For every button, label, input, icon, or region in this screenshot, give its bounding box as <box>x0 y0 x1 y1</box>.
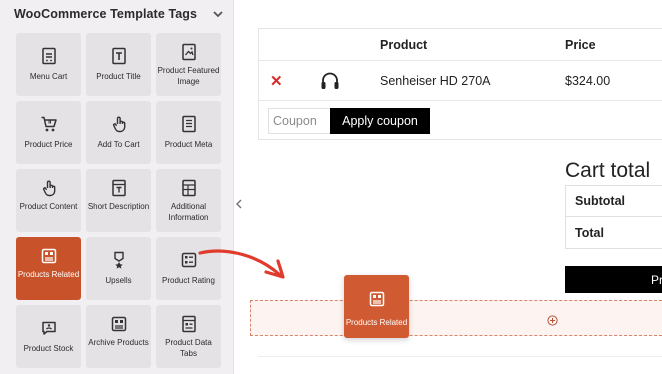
medal-icon <box>110 251 128 269</box>
chevron-down-icon[interactable] <box>212 8 224 20</box>
featured-image-icon <box>180 43 198 61</box>
panel-title: WooCommerce Template Tags <box>14 7 198 21</box>
stock-chat-icon <box>40 319 58 337</box>
panel-collapse-handle[interactable] <box>234 194 244 214</box>
cart-icon <box>40 115 58 133</box>
tile-label: Product Meta <box>164 140 213 149</box>
products-grid-icon <box>40 247 58 265</box>
tile-product-data-tabs[interactable]: Product Data Tabs <box>156 305 221 368</box>
headphones-icon[interactable] <box>318 69 342 93</box>
totals-row-subtotal: Subtotal <box>566 186 662 217</box>
tile-label: Additional Information <box>168 202 209 222</box>
tile-label: Product Data Tabs <box>165 338 212 358</box>
totals-row-label: Subtotal <box>575 194 625 208</box>
rating-list-icon <box>180 251 198 269</box>
products-grid-icon <box>369 291 385 312</box>
document-icon <box>180 115 198 133</box>
menu-cart-icon <box>40 47 58 65</box>
column-price: Price <box>565 38 596 52</box>
tile-label: Archive Products <box>88 338 149 347</box>
tile-add-to-cart[interactable]: Add To Cart <box>86 101 151 164</box>
apply-coupon-button[interactable]: Apply coupon <box>330 108 430 134</box>
drag-arrow-icon <box>198 249 285 279</box>
tile-label: Product Featured Image <box>157 66 220 86</box>
products-grid-icon <box>110 315 128 333</box>
pointer-hand-icon <box>110 115 128 133</box>
add-circle-icon[interactable] <box>547 313 558 326</box>
table-row: ✕ Senheiser HD 270A $324.00 <box>259 61 662 101</box>
panel-header[interactable]: WooCommerce Template Tags <box>14 6 224 22</box>
tile-short-description[interactable]: Short Description <box>86 169 151 232</box>
tile-label: Add To Cart <box>97 140 140 149</box>
tile-archive-products[interactable]: Archive Products <box>86 305 151 368</box>
tile-label: Short Description <box>87 202 150 211</box>
tile-additional-information[interactable]: Additional Information <box>156 169 221 232</box>
product-title-icon <box>110 47 128 65</box>
pointer-hand-icon <box>40 179 58 197</box>
tile-label: Product Stock <box>23 344 74 353</box>
tile-product-stock[interactable]: Product Stock <box>16 305 81 368</box>
dragged-widget-products-related[interactable]: Products Related <box>344 275 409 338</box>
cart-totals-table: Subtotal Total <box>565 185 662 249</box>
product-name-link[interactable]: Senheiser HD 270A <box>380 74 490 88</box>
cart-table: Product Price ✕ Senheiser HD 270A $324.0… <box>258 28 662 140</box>
tile-label: Product Title <box>96 72 141 81</box>
tile-label: Product Content <box>19 202 78 211</box>
tile-product-price[interactable]: Product Price <box>16 101 81 164</box>
section-divider <box>258 356 662 357</box>
tile-product-featured-image[interactable]: Product Featured Image <box>156 33 221 96</box>
tile-label: Upsells <box>105 276 132 285</box>
tile-menu-cart[interactable]: Menu Cart <box>16 33 81 96</box>
coupon-input[interactable] <box>268 108 331 134</box>
short-description-icon <box>110 179 128 197</box>
product-price: $324.00 <box>565 74 611 88</box>
tile-product-content[interactable]: Product Content <box>16 169 81 232</box>
tile-product-title[interactable]: Product Title <box>86 33 151 96</box>
drop-zone[interactable] <box>250 300 662 336</box>
dragged-widget-label: Products Related <box>345 318 408 327</box>
remove-item-icon[interactable]: ✕ <box>270 72 283 90</box>
tile-label: Products Related <box>17 270 80 279</box>
proceed-to-checkout-button[interactable]: Pr <box>565 266 662 293</box>
tile-label: Menu Cart <box>29 72 68 81</box>
tile-label: Product Price <box>24 140 73 149</box>
tile-upsells[interactable]: Upsells <box>86 237 151 300</box>
totals-row-total: Total <box>566 218 662 249</box>
chevron-left-icon[interactable] <box>236 199 242 209</box>
widget-panel: WooCommerce Template Tags Menu Cart Prod… <box>0 0 234 374</box>
cart-totals-title: Cart total <box>565 159 651 182</box>
data-tabs-icon <box>180 315 198 333</box>
cart-table-header: Product Price <box>259 29 662 61</box>
column-product: Product <box>380 38 428 52</box>
tile-product-meta[interactable]: Product Meta <box>156 101 221 164</box>
table-icon <box>180 179 198 197</box>
tile-products-related[interactable]: Products Related <box>16 237 81 300</box>
totals-row-label: Total <box>575 226 604 240</box>
